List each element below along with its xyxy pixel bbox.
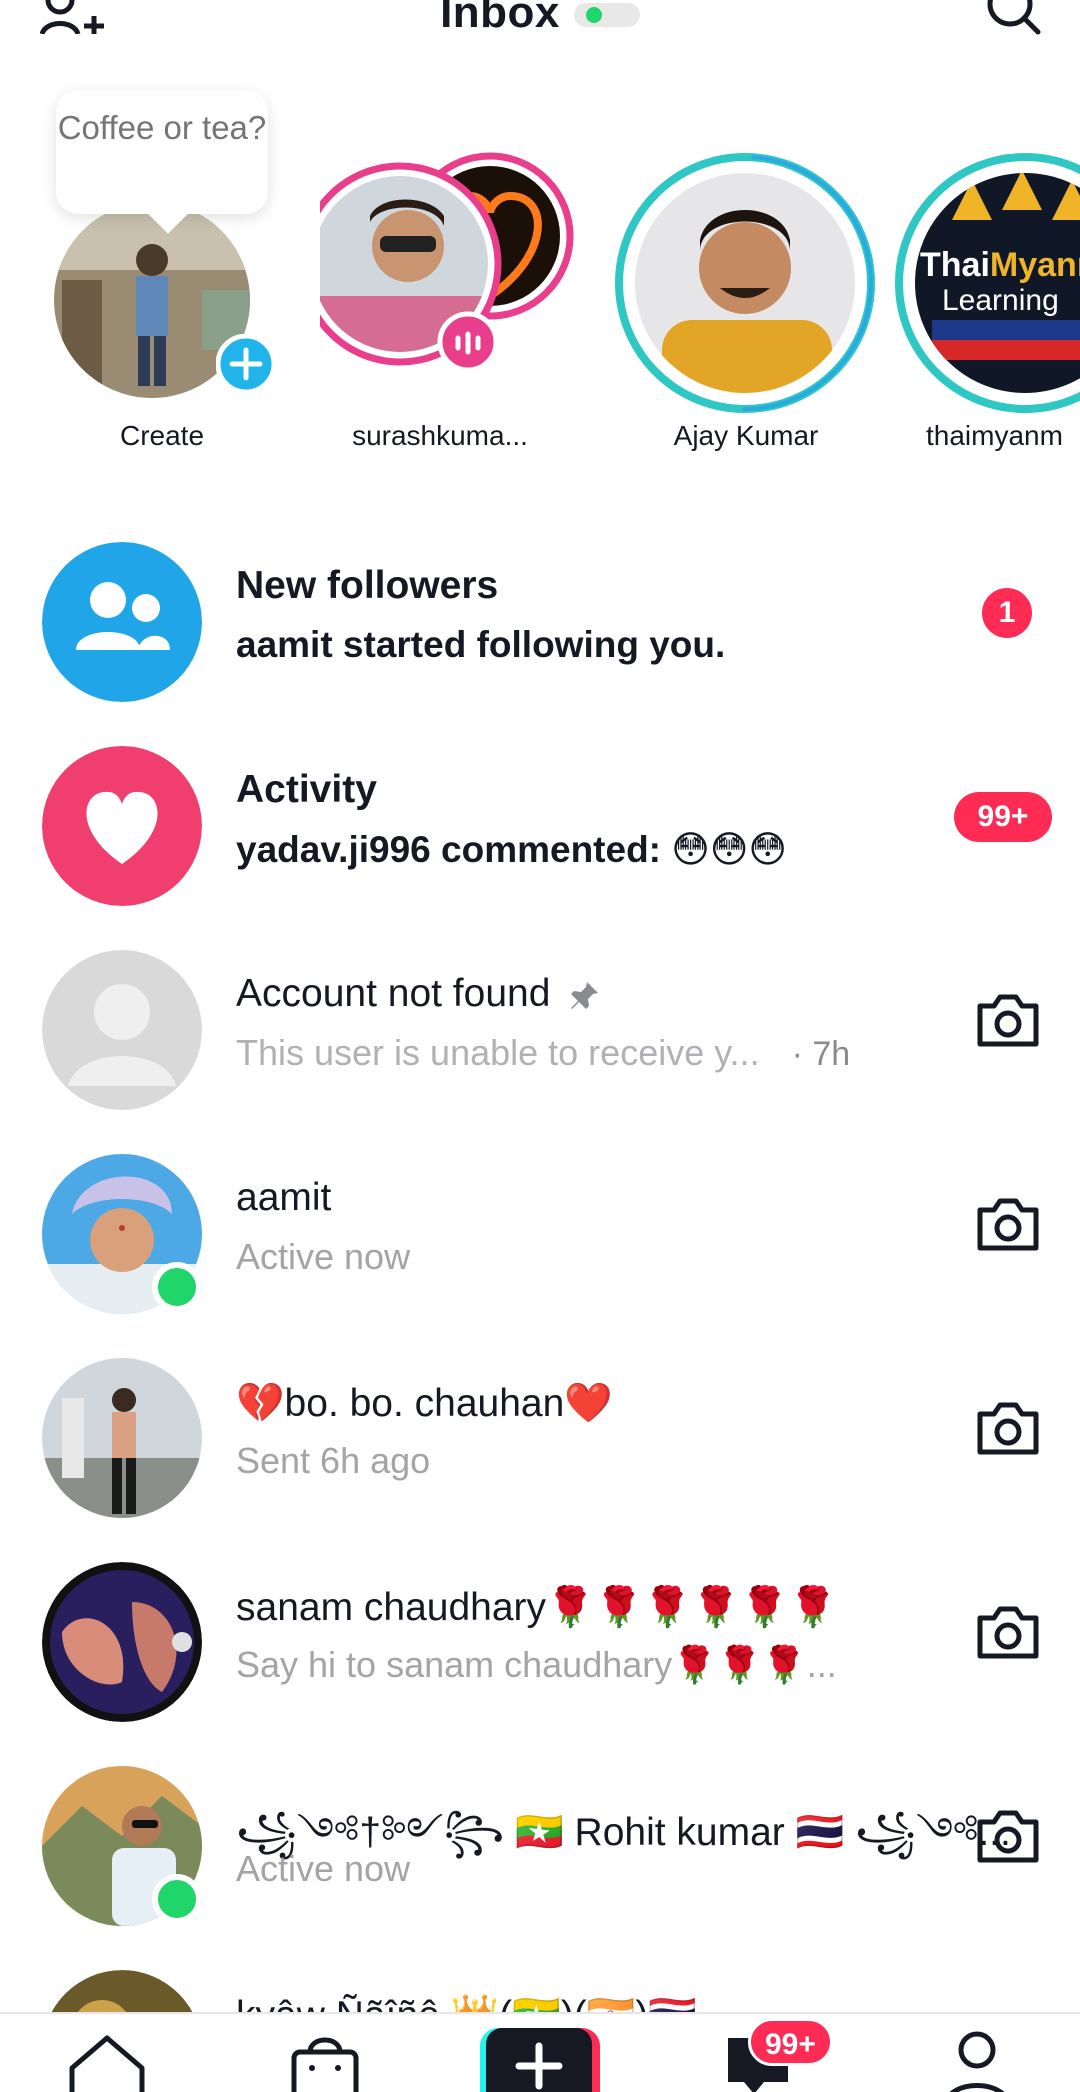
add-story-button[interactable] xyxy=(216,334,276,394)
list-item-aamit[interactable]: aamit Active now xyxy=(0,1124,1080,1328)
search-icon[interactable] xyxy=(984,0,1044,40)
row-subtitle: This user is unable to receive y... · 7h xyxy=(236,1032,850,1074)
camera-icon[interactable] xyxy=(974,1398,1042,1458)
list-item-sanam-chaudhary[interactable]: sanam chaudhary🌹🌹🌹🌹🌹🌹 Say hi to sanam ch… xyxy=(0,1532,1080,1736)
list-item-new-followers[interactable]: New followers aamit started following yo… xyxy=(0,512,1080,716)
row-subtitle: yadav.ji996 commented: 😳😳😳 xyxy=(236,829,787,870)
list-item-bo-chauhan[interactable]: 💔bo. bo. chauhan❤️ Sent 6h ago xyxy=(0,1328,1080,1532)
camera-icon[interactable] xyxy=(974,990,1042,1050)
story-avatar xyxy=(320,152,574,373)
story-name: Create xyxy=(119,420,205,451)
timestamp: · 7h xyxy=(791,1035,851,1073)
camera-icon[interactable] xyxy=(974,1806,1042,1866)
page-title: Inbox xyxy=(0,0,1080,38)
list-item-rohit-kumar[interactable]: ꧁༺†༻꧂ 🇲🇲 Rohit kumar 🇹🇭 ꧁༺... Active now xyxy=(0,1736,1080,1940)
row-subtitle: Active now xyxy=(236,1848,411,1889)
row-title: 💔bo. bo. chauhan❤️ xyxy=(236,1382,613,1425)
online-indicator xyxy=(152,1262,202,1312)
heart-icon xyxy=(42,746,202,906)
user-avatar xyxy=(42,1358,202,1518)
row-title: Account not found xyxy=(236,972,601,1016)
logo-text: Learning xyxy=(942,284,1059,317)
story-name: thaimyanm xyxy=(926,420,1063,451)
camera-icon[interactable] xyxy=(974,1194,1042,1254)
story-surashkumar[interactable]: surashkuma... xyxy=(320,90,580,470)
story-create[interactable]: Coffee or tea? Create xyxy=(32,90,292,470)
list-item-activity[interactable]: Activity yadav.ji996 commented: 😳😳😳 99+ xyxy=(0,716,1080,920)
top-header: Inbox xyxy=(0,0,1080,37)
unread-badge: 99+ xyxy=(954,792,1052,842)
user-avatar xyxy=(51,1970,193,2012)
create-button[interactable] xyxy=(480,2028,600,2092)
row-subtitle: Say hi to sanam chaudhary🌹🌹🌹... xyxy=(236,1644,837,1685)
camera-icon[interactable] xyxy=(974,1602,1042,1662)
row-title: sanam chaudhary🌹🌹🌹🌹🌹🌹 xyxy=(236,1586,838,1629)
unread-badge: 1 xyxy=(982,588,1032,638)
title-text: Account not found xyxy=(236,972,551,1015)
row-title: kyâw Ñãîñê 👑(🇲🇲)(🇮🇳)🇹🇭 xyxy=(236,1992,697,2012)
row-subtitle: Sent 6h ago xyxy=(236,1440,431,1481)
list-item-kyaw[interactable]: kyâw Ñãîñê 👑(🇲🇲)(🇮🇳)🇹🇭 xyxy=(0,1940,1080,2012)
bottom-navigation xyxy=(0,2012,1080,2092)
story-thaimyanm[interactable]: ThaiMyann Learning thaimyanm xyxy=(892,90,1080,470)
user-avatar xyxy=(42,1562,202,1722)
logo-text: ThaiMyann xyxy=(920,246,1080,284)
online-indicator xyxy=(152,1874,202,1924)
story-name: surashkuma... xyxy=(352,420,528,451)
default-avatar xyxy=(42,950,202,1110)
note-bubble[interactable]: Coffee or tea? xyxy=(56,90,268,214)
story-ajay-kumar[interactable]: Ajay Kumar xyxy=(612,90,875,470)
title-text: Inbox xyxy=(440,0,560,37)
story-name: Ajay Kumar xyxy=(673,420,819,451)
row-title: New followers xyxy=(236,564,499,607)
profile-icon[interactable] xyxy=(932,2028,1022,2092)
subtitle-text: This user is unable to receive y... xyxy=(236,1032,760,1073)
row-subtitle: aamit started following you. xyxy=(236,624,726,665)
row-subtitle: Active now xyxy=(236,1236,411,1277)
story-avatar: ThaiMyann Learning xyxy=(895,153,1080,413)
shop-icon[interactable] xyxy=(280,2028,370,2092)
stories-row: Coffee or tea? Create surashkuma... Ajay… xyxy=(0,90,1080,470)
pin-icon xyxy=(571,981,599,1009)
home-icon[interactable] xyxy=(62,2028,152,2092)
row-title: Activity xyxy=(236,768,377,811)
inbox-badge: 99+ xyxy=(748,2018,833,2066)
row-title: aamit xyxy=(236,1176,332,1219)
followers-icon xyxy=(42,542,202,702)
list-item-account-not-found[interactable]: Account not found This user is unable to… xyxy=(0,920,1080,1124)
status-toggle[interactable] xyxy=(573,3,640,28)
story-avatar xyxy=(615,153,875,413)
